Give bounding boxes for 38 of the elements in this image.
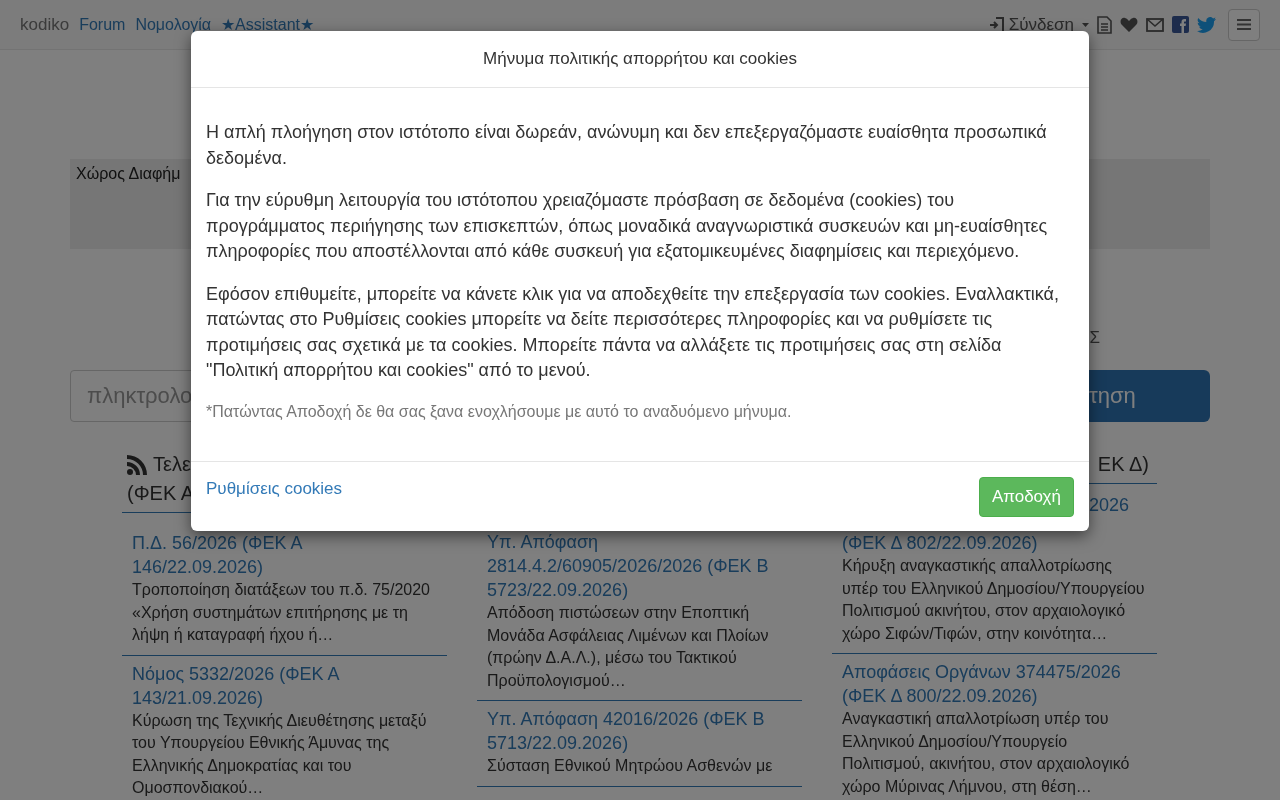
law-title-link[interactable]: Π.Δ. 56/2026 (ΦΕΚ Α 146/22.09.2026) xyxy=(132,531,437,579)
dialog-paragraph: Για την εύρυθμη λειτουργία του ιστότοπου χρειαζόμαστε πρόσβαση σε δεδομένα (cookies) του προγράμματος περιήγησης των επισκεπτών, όπως μοναδικά αναγνωριστικά συσκευών και μη-ευαίσθητες πληροφορίες που αποστέλλονται από κάθε συσκευή για εξατομικευμένες διαφημίσεις και περιεχόμενο. xyxy=(206,189,1049,263)
menu-button[interactable] xyxy=(1228,8,1260,41)
law-summary: Κήρυξη αναγκαστικής απαλλοτρίωσης υπέρ του Ελληνικού Δημοσίου/Υπουργείου Πολιτισμού ακινήτου, στον αρχαιολογικό χώρο Σιφών/Τιφών, στην κοινότητα… xyxy=(842,556,1146,644)
law-summary: Τροποποίηση διατάξεων του π.δ. 75/2020 «Χρήση συστημάτων επιτήρησης με τη λήψη ή καταγραφή ήχου ή… xyxy=(132,580,431,645)
law-summary: Αναγκαστική απαλλοτρίωση υπέρ του Ελληνικού Δημοσίου/Υπουργείο Πολιτισμού, ακινήτου, στον αρχαιολογικό χώρο Μύρινας Λήμνου, στη θέση… xyxy=(842,709,1131,797)
caret-icon xyxy=(1082,22,1089,27)
nav-link[interactable]: Forum xyxy=(79,15,126,34)
site-brand[interactable]: kodiko xyxy=(20,14,70,35)
law-summary: Κύρωση της Τεχνικής Διευθέτησης μεταξύ του Υπουργείου Εθνικής Άμυνας της Ελληνικής Δημοκρατίας και του Ομοσπονδιακού… xyxy=(132,710,428,798)
login-menu[interactable]: Σύνδεση xyxy=(1008,14,1074,35)
cookie-settings-link[interactable]: Ρυθμίσεις cookies xyxy=(206,479,343,499)
law-summary: Απόδοση πιστώσεων στην Εποπτική Μονάδα Ασφάλειας Λιμένων και Πλοίων (πρώην Δ.Α.Λ.), μέσω του Τακτικού Προϋπολογισμού… xyxy=(487,603,770,691)
dialog-paragraph: Εφόσον επιθυμείτε, μπορείτε να κάνετε κλικ για να αποδεχθείτε την επεξεργασία των cookies. Εναλλακτικά, πατώντας στο Ρυθμίσεις cookies μπορείτε να δείτε περισσότερες πληροφορίες και να ρυθμίσετε τις προτιμήσεις σας σχετικά με τα cookies. Μπορείτε πάντα να αλλάξετε τις προτιμήσεις σας στη σελίδα "Πολιτική απορρήτου και cookies" από το μενού. xyxy=(206,282,1060,382)
mail-icon[interactable] xyxy=(1146,17,1164,32)
nav-link[interactable]: ★Assistant★ xyxy=(221,15,315,34)
column-heading: ΕΚ Δ) xyxy=(1097,452,1149,477)
menu-icon xyxy=(1237,19,1251,30)
law-title-link[interactable]: (ΦΕΚ Δ 802/22.09.2026) xyxy=(842,531,1147,555)
twitter-icon[interactable] xyxy=(1197,16,1216,33)
law-title-link[interactable]: 2026 xyxy=(1089,493,1147,517)
accept-button[interactable]: Αποδοχή xyxy=(978,477,1074,517)
law-title-link[interactable]: Αποφάσεις Οργάνων 374475/2026 (ΦΕΚ Δ 800/22.09.2026) xyxy=(842,660,1147,708)
text-fragment: Σ xyxy=(1089,327,1100,349)
dialog-paragraph: Η απλή πλοήγηση στον ιστότοπο είναι δωρεάν, ανώνυμη και δεν επεξεργαζόμαστε ευαίσθητα προσωπικά δεδομένα. xyxy=(206,121,1048,170)
dialog-title: Μήνυμα πολιτικής απορρήτου και cookies xyxy=(483,49,797,69)
facebook-icon[interactable] xyxy=(1172,16,1189,33)
ad-label: Χώρος Διαφήμ xyxy=(76,165,181,182)
law-title-link[interactable]: Υπ. Απόφαση 42016/2026 (ΦΕΚ Β 5713/22.09.2026) xyxy=(487,707,792,755)
law-title-link[interactable]: Νόμος 5332/2026 (ΦΕΚ Α 143/21.09.2026) xyxy=(132,661,437,710)
law-title-link[interactable]: Υπ. Απόφαση 2814.4.2/60905/2026/2026 (ΦΕΚ Β 5723/22.09.2026) xyxy=(487,530,792,602)
column-heading: Τελε xyxy=(153,452,191,477)
document-icon[interactable] xyxy=(1097,15,1112,34)
law-summary: Σύσταση Εθνικού Μητρώου Ασθενών με xyxy=(487,756,774,776)
dialog-note: *Πατώντας Αποδοχή δε θα σας ξανα ενοχλήσουμε με αυτό το αναδυόμενο μήνυμα. xyxy=(206,401,793,422)
rss-icon xyxy=(127,454,147,475)
nav-link[interactable]: Νομολογία xyxy=(135,15,212,34)
heart-icon[interactable] xyxy=(1120,16,1138,33)
